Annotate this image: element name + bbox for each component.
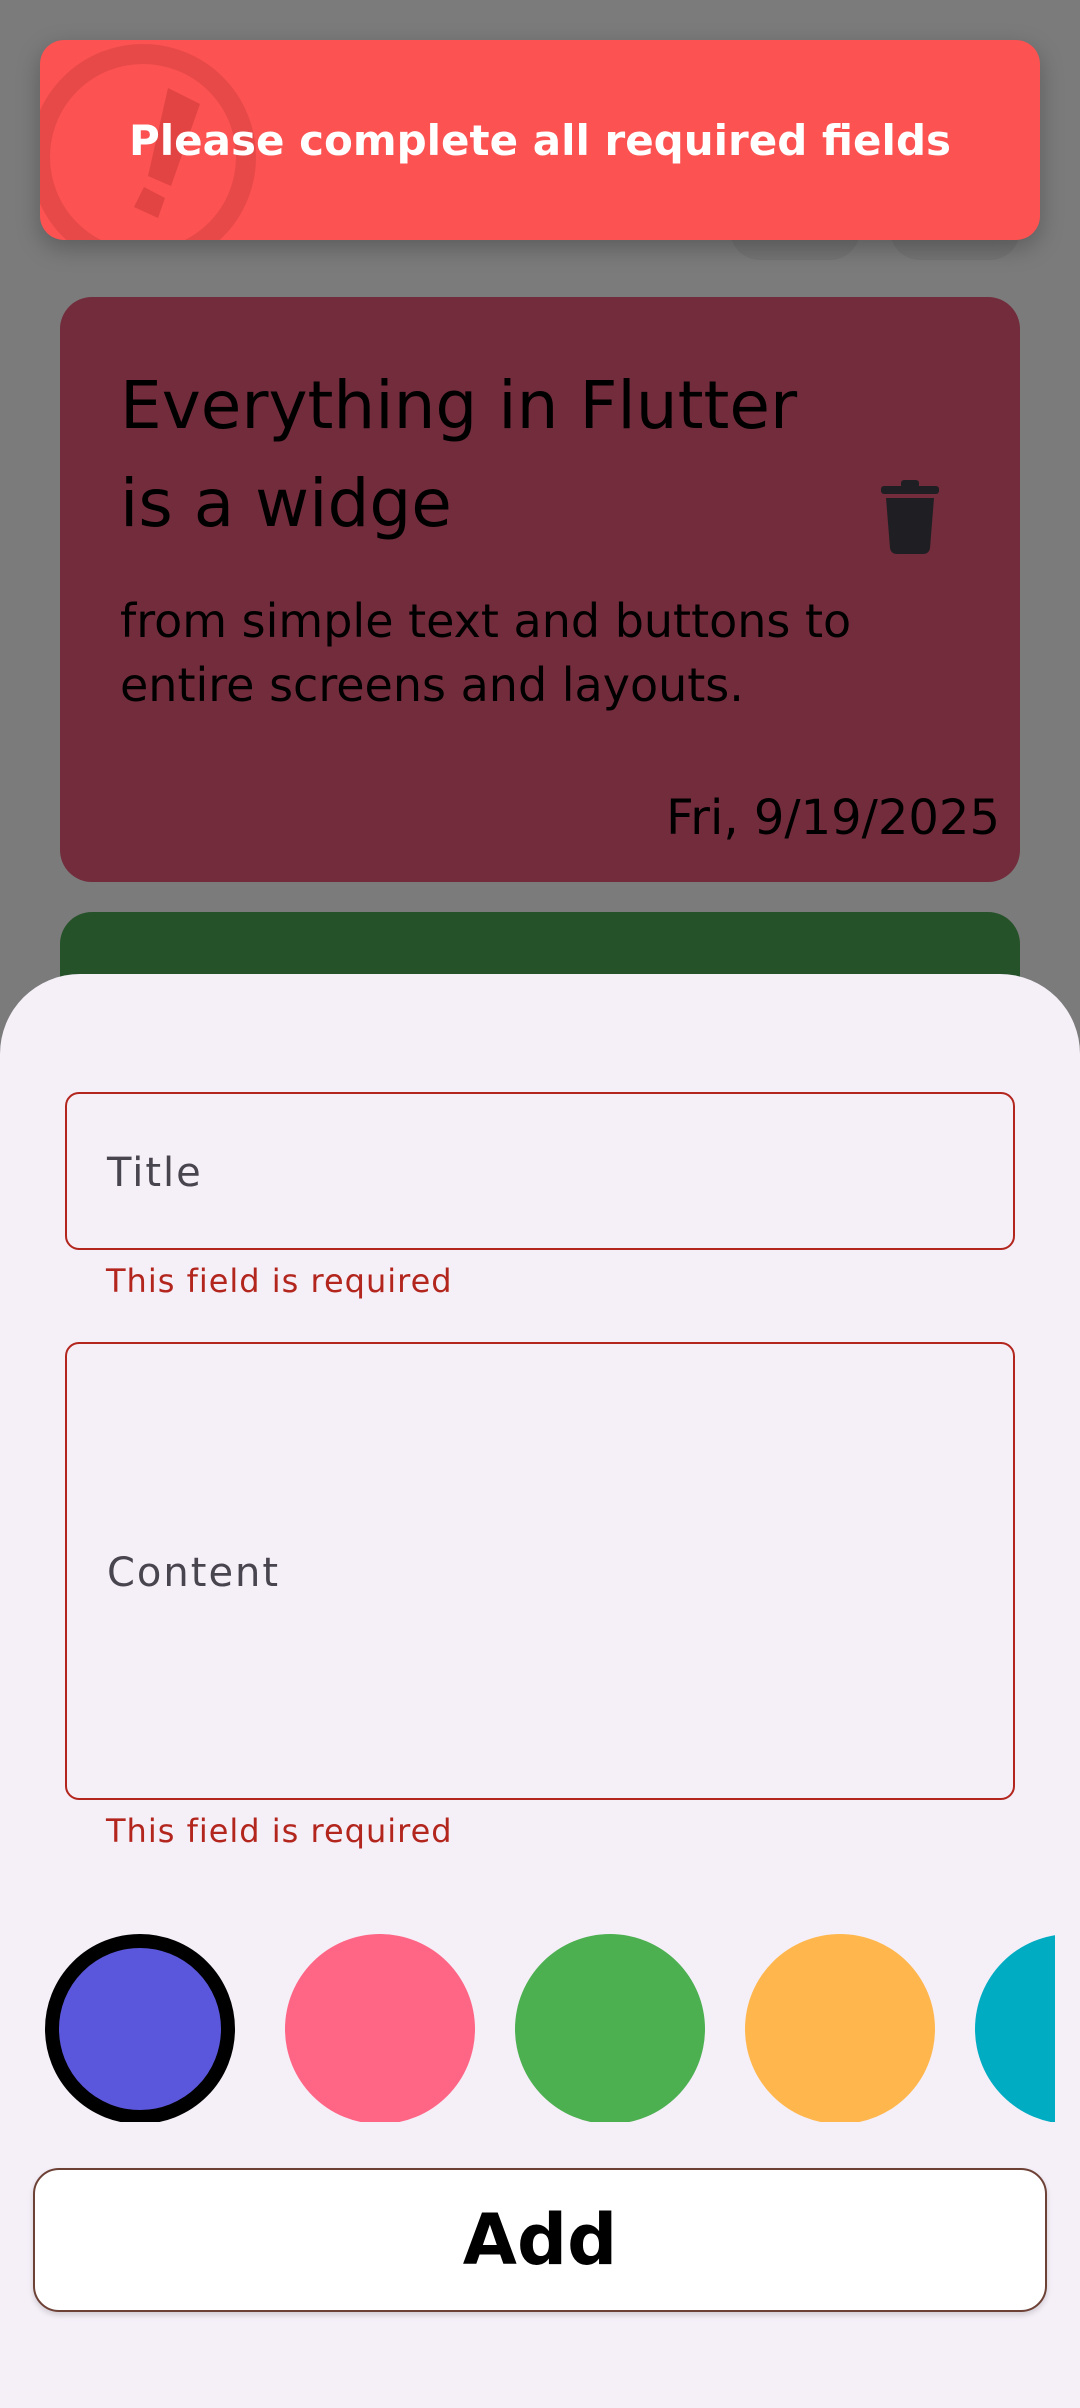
error-snackbar: Please complete all required fields xyxy=(40,40,1040,240)
snackbar-message: Please complete all required fields xyxy=(128,115,952,165)
color-swatch[interactable] xyxy=(745,1934,935,2122)
title-placeholder: Title xyxy=(107,1150,203,1196)
delete-button[interactable] xyxy=(872,475,948,559)
add-button[interactable]: Add xyxy=(33,2168,1047,2312)
note-content: from simple text and buttons to entire s… xyxy=(120,594,852,712)
screen: Everything in Flutter is a widge from si… xyxy=(0,0,1080,2408)
color-swatch[interactable] xyxy=(515,1934,705,2122)
title-field[interactable]: Title xyxy=(65,1092,1015,1250)
color-swatch[interactable] xyxy=(285,1934,475,2122)
note-date: Fri, 9/19/2025 xyxy=(666,790,1000,846)
content-error: This field is required xyxy=(106,1812,453,1850)
trash-icon xyxy=(881,480,939,554)
note-card[interactable]: Everything in Flutter is a widge from si… xyxy=(60,297,1020,882)
color-picker xyxy=(0,1922,1055,2122)
color-swatch[interactable] xyxy=(975,1934,1055,2122)
color-swatch-selected[interactable] xyxy=(45,1934,235,2122)
title-error: This field is required xyxy=(106,1262,453,1300)
add-note-sheet: Title This field is required Content Thi… xyxy=(0,974,1080,2408)
note-title: Everything in Flutter is a widge xyxy=(120,367,798,542)
content-field[interactable]: Content xyxy=(65,1342,1015,1800)
content-placeholder: Content xyxy=(107,1550,281,1596)
